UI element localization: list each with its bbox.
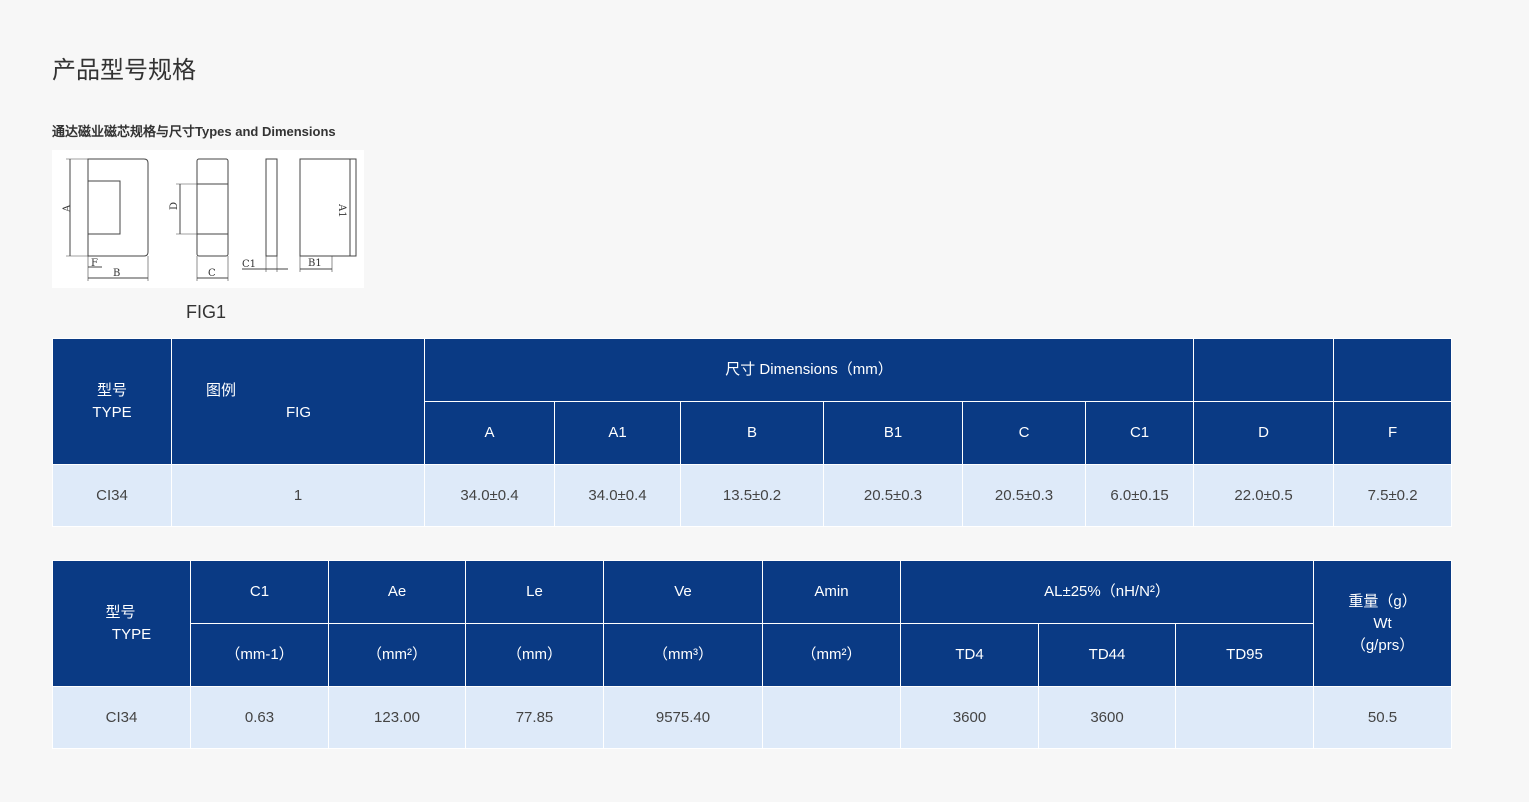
param-header-ae: Ae — [328, 560, 466, 624]
weight-header-cn: 重量（g） — [1348, 592, 1417, 610]
type-header: 型号 TYPE — [52, 338, 172, 465]
type-header-en: TYPE — [111, 625, 152, 643]
cell-ae: 123.00 — [328, 686, 466, 749]
cell-fig: 1 — [171, 464, 425, 527]
dimensions-header: 尺寸 Dimensions（mm） — [423, 338, 1195, 402]
cell-b: 13.5±0.2 — [680, 464, 824, 527]
al-col-td4: TD4 — [900, 623, 1039, 687]
type-header: 型号 TYPE — [52, 560, 191, 687]
label-c: C — [208, 268, 216, 279]
core-dimension-figure: A F B D C C1 A1 B1 — [52, 150, 364, 288]
unit-amin: （mm²） — [762, 623, 901, 687]
cell-d: 22.0±0.5 — [1193, 464, 1335, 527]
col-header-c: C — [962, 401, 1086, 465]
param-header-le: Le — [465, 560, 604, 624]
cell-le: 77.85 — [465, 686, 604, 749]
fig-header-cn: 图例 — [206, 381, 237, 399]
al-header: AL±25%（nH/N²） — [899, 560, 1315, 624]
figure-caption: FIG1 — [186, 302, 227, 322]
param-header-amin: Amin — [762, 560, 901, 624]
cell-type: CI34 — [52, 686, 191, 749]
cell-a1: 34.0±0.4 — [554, 464, 681, 527]
weight-header-en: Wt — [1373, 614, 1392, 632]
col-header-a: A — [424, 401, 555, 465]
magnetic-parameters-table: 型号 TYPE C1 Ae Le Ve Amin AL±25%（nH/N²） 重… — [52, 560, 1453, 749]
label-c1: C1 — [242, 259, 256, 270]
param-header-ve: Ve — [603, 560, 763, 624]
fig-header-en: FIG — [286, 403, 311, 421]
label-a1: A1 — [336, 203, 347, 218]
label-f: F — [91, 258, 98, 269]
table-row: CI34 1 34.0±0.4 34.0±0.4 13.5±0.2 20.5±0… — [52, 464, 1453, 527]
col-header-c1: C1 — [1084, 401, 1195, 465]
weight-header-unit: （g/prs） — [1350, 636, 1415, 654]
unit-le: （mm） — [465, 623, 604, 687]
cell-c: 20.5±0.3 — [962, 464, 1086, 527]
label-d: D — [169, 202, 180, 210]
col-header-a1: A1 — [554, 401, 681, 465]
cell-amin — [762, 686, 901, 749]
col-header-b: B — [680, 401, 824, 465]
section-subtitle: 通达磁业磁芯规格与尺寸Types and Dimensions — [52, 124, 336, 139]
label-a: A — [62, 204, 73, 213]
unit-ve: （mm³） — [603, 623, 763, 687]
type-header-cn: 型号 — [105, 603, 136, 621]
param-header-c1: C1 — [190, 560, 329, 624]
page-title: 产品型号规格 — [52, 57, 196, 84]
fig-header: 图例 FIG — [171, 338, 425, 465]
blank-header-f — [1333, 338, 1453, 402]
cell-td95 — [1174, 686, 1315, 749]
al-col-td95: TD95 — [1174, 623, 1315, 687]
label-b: B — [113, 268, 120, 279]
cell-td44: 3600 — [1038, 686, 1176, 749]
unit-c1: （mm-1） — [190, 623, 329, 687]
cell-weight: 50.5 — [1313, 686, 1453, 749]
dimensions-table: 型号 TYPE 图例 FIG 尺寸 Dimensions（mm） A A1 B … — [52, 338, 1453, 527]
cell-ve: 9575.40 — [603, 686, 763, 749]
dimension-drawing: A F B D C C1 A1 B1 — [62, 158, 357, 281]
cell-a: 34.0±0.4 — [424, 464, 555, 527]
cell-c1: 0.63 — [190, 686, 329, 749]
cell-type: CI34 — [52, 464, 172, 527]
weight-header: 重量（g） Wt （g/prs） — [1313, 560, 1453, 687]
cell-c1: 6.0±0.15 — [1084, 464, 1195, 527]
type-header-en: TYPE — [92, 403, 132, 421]
cell-f: 7.5±0.2 — [1333, 464, 1453, 527]
col-header-f: F — [1333, 401, 1453, 465]
unit-ae: （mm²） — [328, 623, 466, 687]
cell-td4: 3600 — [900, 686, 1039, 749]
al-col-td44: TD44 — [1038, 623, 1176, 687]
type-header-cn: 型号 — [96, 381, 127, 399]
col-header-b1: B1 — [823, 401, 963, 465]
table-row: CI34 0.63 123.00 77.85 9575.40 3600 3600… — [52, 686, 1453, 749]
label-b1: B1 — [308, 258, 322, 269]
blank-header-d — [1193, 338, 1335, 402]
col-header-d: D — [1193, 401, 1335, 465]
cell-b1: 20.5±0.3 — [823, 464, 963, 527]
